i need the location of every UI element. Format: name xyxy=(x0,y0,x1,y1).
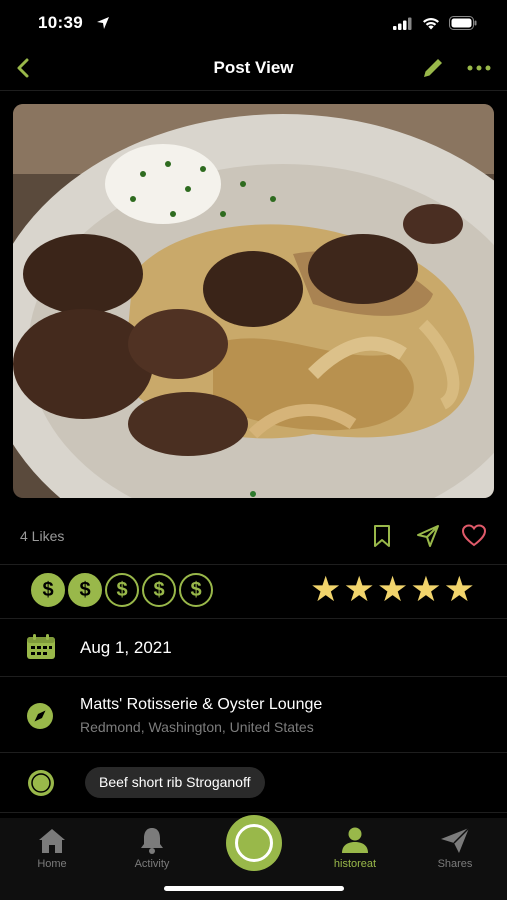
post-date: Aug 1, 2021 xyxy=(80,638,172,657)
calendar-icon xyxy=(26,633,56,666)
signal-icon xyxy=(393,17,413,35)
restaurant-name[interactable]: Matts' Rotisserie & Oyster Lounge xyxy=(80,696,322,714)
tab-shares[interactable]: Shares xyxy=(415,826,495,870)
tab-home[interactable]: Home xyxy=(12,826,92,870)
battery-icon xyxy=(449,16,477,35)
divider xyxy=(0,564,507,565)
heart-icon[interactable] xyxy=(461,523,487,549)
restaurant-location: Redmond, Washington, United States xyxy=(80,719,314,735)
status-time: 10:39 xyxy=(38,13,83,32)
paper-plane-icon xyxy=(439,826,471,854)
tab-historeat[interactable]: historeat xyxy=(315,826,395,870)
star-icon: ★ xyxy=(410,570,442,609)
post-photo[interactable] xyxy=(13,104,494,498)
divider xyxy=(0,90,507,91)
dish-tag[interactable]: Beef short rib Stroganoff xyxy=(85,767,265,798)
bookmark-icon[interactable] xyxy=(369,523,395,549)
date-row: Aug 1, 2021 xyxy=(0,630,507,666)
tab-label: historeat xyxy=(333,858,377,870)
carousel-page-dot xyxy=(250,491,256,497)
more-options-icon[interactable] xyxy=(465,54,493,82)
tab-activity[interactable]: Activity xyxy=(112,826,192,870)
edit-pencil-icon[interactable] xyxy=(419,54,447,82)
dollar-coin-icon: $ xyxy=(179,573,213,607)
divider xyxy=(0,618,507,619)
status-bar: 10:39 xyxy=(0,0,507,48)
user-icon xyxy=(339,826,371,854)
home-indicator xyxy=(164,886,344,891)
dollar-coin-icon: $ xyxy=(31,573,65,607)
nav-bar: Post View xyxy=(0,48,507,88)
location-arrow-icon xyxy=(96,16,110,35)
post-actions xyxy=(369,523,487,549)
star-rating: ★ ★ ★ ★ ★ xyxy=(310,571,475,609)
divider xyxy=(0,752,507,753)
star-icon: ★ xyxy=(343,570,375,609)
dollar-coin-icon: $ xyxy=(68,573,102,607)
tab-label: Shares xyxy=(437,858,473,870)
capture-button[interactable] xyxy=(226,815,282,871)
home-icon xyxy=(36,826,68,854)
star-icon: ★ xyxy=(376,570,409,609)
dish-plate-icon xyxy=(26,769,56,802)
likes-count[interactable]: 4 Likes xyxy=(20,528,64,544)
divider xyxy=(0,812,507,813)
tab-label: Home xyxy=(37,858,67,870)
tab-label: Activity xyxy=(134,858,170,870)
location-row[interactable] xyxy=(0,686,507,746)
bell-icon xyxy=(136,826,168,854)
compass-icon xyxy=(26,702,54,735)
star-icon: ★ xyxy=(443,570,475,609)
wifi-icon xyxy=(422,17,440,35)
dollar-coin-icon: $ xyxy=(105,573,139,607)
price-level-rating: $ $ $ $ $ xyxy=(31,573,213,607)
divider xyxy=(0,676,507,677)
share-send-icon[interactable] xyxy=(415,523,441,549)
star-icon: ★ xyxy=(310,570,342,609)
dollar-coin-icon: $ xyxy=(142,573,176,607)
